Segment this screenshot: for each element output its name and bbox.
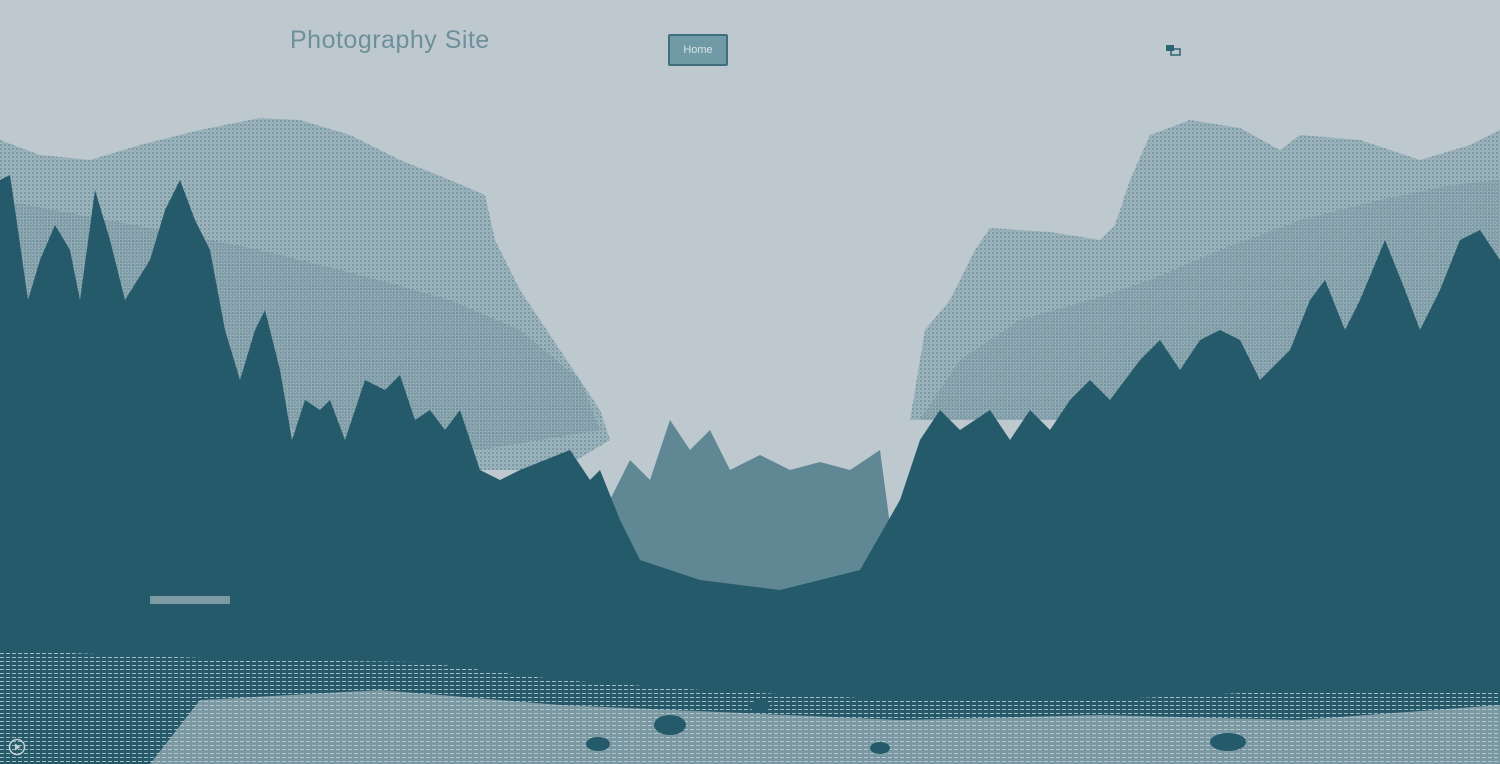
play-icon[interactable] bbox=[8, 738, 26, 756]
window-icon[interactable] bbox=[1165, 44, 1181, 56]
hero-background: Photography Site Home bbox=[0, 0, 1500, 764]
landscape-photo bbox=[0, 118, 1500, 764]
site-title[interactable]: Photography Site bbox=[290, 26, 490, 55]
nav-home-button[interactable]: Home bbox=[668, 34, 728, 66]
